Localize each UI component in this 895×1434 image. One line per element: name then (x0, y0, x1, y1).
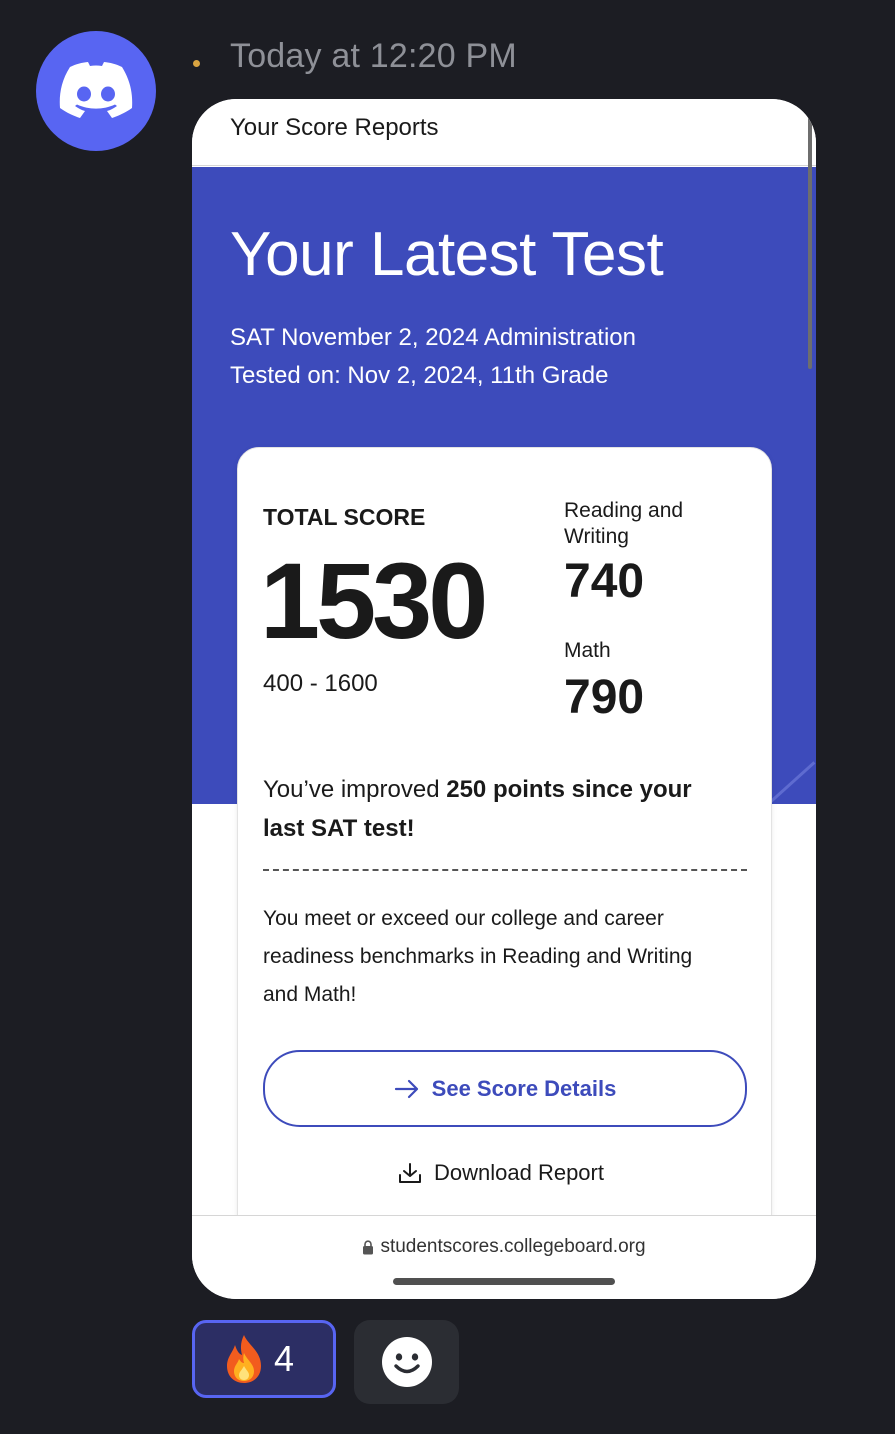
arrow-right-icon (394, 1079, 418, 1098)
see-score-details-button[interactable]: See Score Details (263, 1050, 747, 1127)
status-dot (193, 59, 200, 67)
hero-title: Your Latest Test (230, 220, 664, 289)
address-bar[interactable]: studentscores.collegeboard.org (192, 1215, 816, 1299)
home-indicator (393, 1278, 615, 1285)
reading-writing-label: Reading and Writing (564, 499, 684, 548)
reaction-fire[interactable]: 4 (192, 1320, 336, 1398)
browser-topbar: Your Score Reports (192, 99, 816, 166)
math-label: Math (564, 639, 611, 662)
scrollbar[interactable] (808, 117, 812, 369)
total-score-value: 1530 (260, 540, 488, 661)
improvement-message: You’ve improved 250 points since your la… (263, 770, 733, 848)
add-reaction-button[interactable] (354, 1320, 459, 1404)
url-text: studentscores.collegeboard.org (380, 1236, 646, 1257)
benchmark-message: You meet or exceed our college and caree… (263, 907, 693, 1006)
math-score: 790 (564, 671, 645, 724)
score-card: TOTAL SCORE 1530 400 - 1600 Reading and … (237, 447, 772, 1249)
page-title: Your Score Reports (230, 114, 439, 141)
discord-logo-icon (59, 62, 133, 118)
total-score-label: TOTAL SCORE (263, 504, 426, 530)
attached-screenshot[interactable]: Your Score Reports Your Latest Test SAT … (192, 99, 816, 1299)
avatar[interactable] (36, 31, 156, 151)
divider (263, 869, 747, 871)
timestamp: Today at 12:20 PM (230, 36, 517, 75)
reaction-count: 4 (273, 1338, 295, 1379)
score-range: 400 - 1600 (263, 670, 378, 697)
fire-emoji-icon (227, 1335, 261, 1383)
url-display[interactable]: studentscores.collegeboard.org (192, 1236, 816, 1258)
reading-writing-score: 740 (564, 555, 645, 608)
lock-icon (363, 1239, 374, 1254)
see-score-details-label: See Score Details (431, 1075, 617, 1101)
test-date: Tested on: Nov 2, 2024, 11th Grade (230, 362, 609, 389)
download-report-link[interactable]: Download Report (398, 1160, 604, 1186)
improvement-prefix: You’ve improved (263, 776, 447, 803)
test-administration: SAT November 2, 2024 Administration (230, 324, 636, 351)
message-header: Today at 12:20 PM (193, 34, 517, 78)
download-icon (399, 1163, 421, 1183)
download-report-label: Download Report (434, 1160, 604, 1185)
add-reaction-smiley-icon (381, 1337, 432, 1387)
